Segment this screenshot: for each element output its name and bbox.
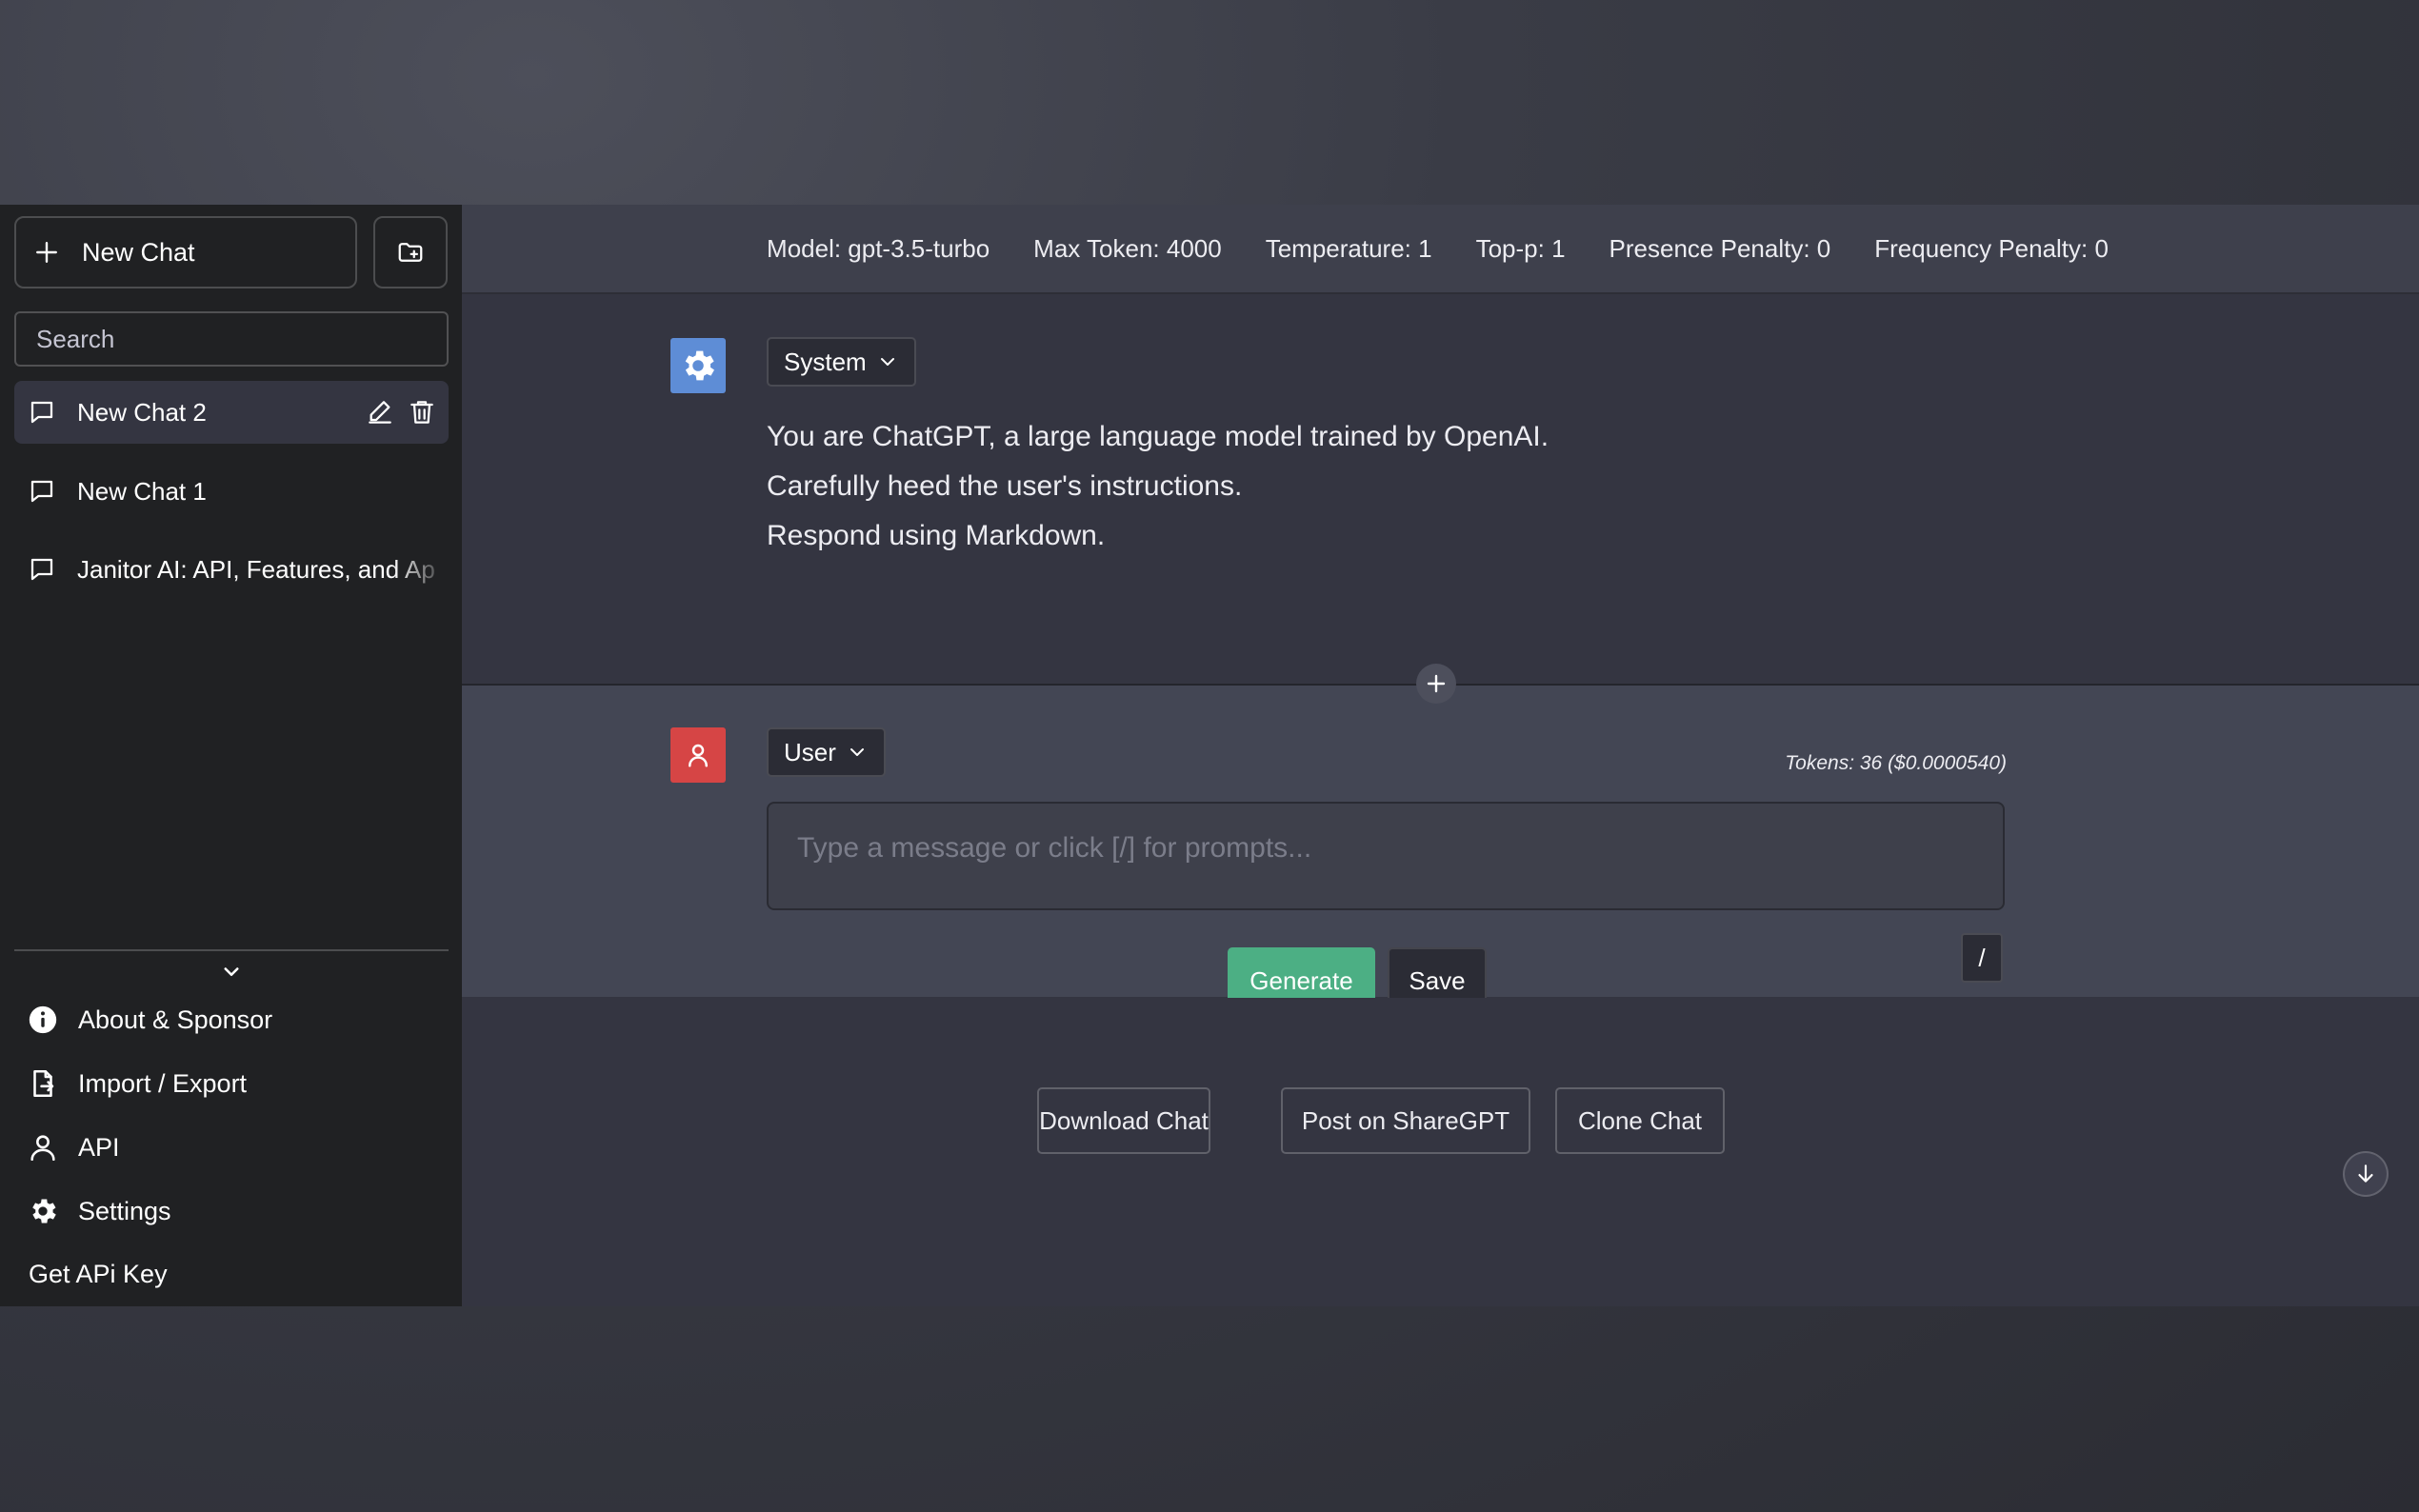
get-api-key-link[interactable]: Get APi Key — [29, 1260, 168, 1289]
config-max-token[interactable]: Max Token: 4000 — [1033, 234, 1222, 264]
folder-plus-icon — [398, 243, 423, 262]
role-select-label: User — [784, 737, 836, 766]
menu-item-label: About & Sponsor — [78, 1005, 273, 1034]
role-select-label: System — [784, 347, 867, 376]
menu-item-label: API — [78, 1132, 120, 1162]
sidebar: New Chat New Chat 2 New Chat 1 Janitor A… — [0, 205, 462, 1306]
system-message-line: Carefully heed the user's instructions. — [767, 470, 1243, 502]
clone-chat-button[interactable]: Clone Chat — [1555, 1087, 1725, 1154]
config-frequency-penalty[interactable]: Frequency Penalty: 0 — [1874, 234, 2109, 264]
menu-item-settings[interactable]: Settings — [27, 1187, 171, 1235]
system-avatar — [670, 338, 726, 393]
chevron-down-icon — [880, 358, 894, 366]
download-chat-button[interactable]: Download Chat — [1037, 1087, 1210, 1154]
config-presence-penalty[interactable]: Presence Penalty: 0 — [1609, 234, 1831, 264]
chat-bubble-icon — [30, 558, 53, 581]
menu-item-label: Import / Export — [78, 1068, 248, 1098]
share-gpt-button[interactable]: Post on ShareGPT — [1281, 1087, 1530, 1154]
info-icon — [29, 1005, 57, 1034]
chat-item-new-chat-2[interactable]: New Chat 2 — [14, 381, 449, 444]
edit-icon[interactable] — [365, 397, 395, 428]
chat-bubble-icon — [30, 401, 53, 424]
app-window: New Chat New Chat 2 New Chat 1 Janitor A… — [0, 205, 2419, 1306]
menu-item-about[interactable]: About & Sponsor — [27, 996, 272, 1044]
search-input[interactable] — [14, 311, 449, 367]
person-icon — [30, 1135, 55, 1162]
system-message-line: Respond using Markdown. — [767, 520, 1106, 551]
chat-item-label: New Chat 2 — [77, 397, 207, 427]
config-model[interactable]: Model: gpt-3.5-turbo — [767, 234, 990, 264]
arrow-down-icon — [2358, 1164, 2373, 1183]
token-count: Tokens: 36 ($0.0000540) — [1785, 752, 2007, 774]
scroll-to-bottom-button[interactable] — [2343, 1151, 2389, 1197]
chevron-down-icon — [850, 748, 864, 756]
config-top-p[interactable]: Top-p: 1 — [1476, 234, 1566, 264]
chat-item-label: Janitor AI: API, Features, and Ap — [77, 554, 435, 584]
chevron-down-icon[interactable] — [217, 957, 246, 985]
chat-bubble-icon — [30, 480, 53, 503]
new-chat-label: New Chat — [82, 237, 195, 267]
menu-item-import-export[interactable]: Import / Export — [27, 1060, 247, 1107]
gear-icon — [685, 350, 714, 381]
chat-item-janitor-ai[interactable]: Janitor AI: API, Features, and Ap — [14, 538, 449, 601]
menu-item-api[interactable]: API — [27, 1124, 120, 1171]
chat-item-label: New Chat 1 — [77, 476, 207, 506]
gear-icon — [32, 1199, 56, 1224]
menu-item-label: Settings — [78, 1196, 171, 1225]
person-icon — [689, 744, 708, 767]
add-message-button[interactable] — [1416, 664, 1456, 704]
user-role-select[interactable]: User — [767, 727, 886, 777]
new-chat-button[interactable]: New Chat — [14, 216, 357, 288]
plus-icon — [1427, 674, 1446, 693]
user-avatar — [670, 727, 726, 783]
prompt-library-button[interactable]: / — [1961, 933, 2003, 983]
new-folder-button[interactable] — [373, 216, 448, 288]
system-role-select[interactable]: System — [767, 337, 916, 387]
trash-icon[interactable] — [407, 397, 437, 428]
system-message-line: You are ChatGPT, a large language model … — [767, 421, 1549, 452]
sidebar-divider — [14, 949, 449, 951]
plus-icon — [36, 242, 57, 263]
file-export-icon — [33, 1069, 54, 1098]
message-input[interactable] — [767, 802, 2005, 910]
config-temperature[interactable]: Temperature: 1 — [1266, 234, 1432, 264]
chat-area: Model: gpt-3.5-turbo Max Token: 4000 Tem… — [462, 205, 2419, 1306]
model-config-bar[interactable]: Model: gpt-3.5-turbo Max Token: 4000 Tem… — [462, 205, 2419, 294]
chat-item-new-chat-1[interactable]: New Chat 1 — [14, 460, 449, 523]
